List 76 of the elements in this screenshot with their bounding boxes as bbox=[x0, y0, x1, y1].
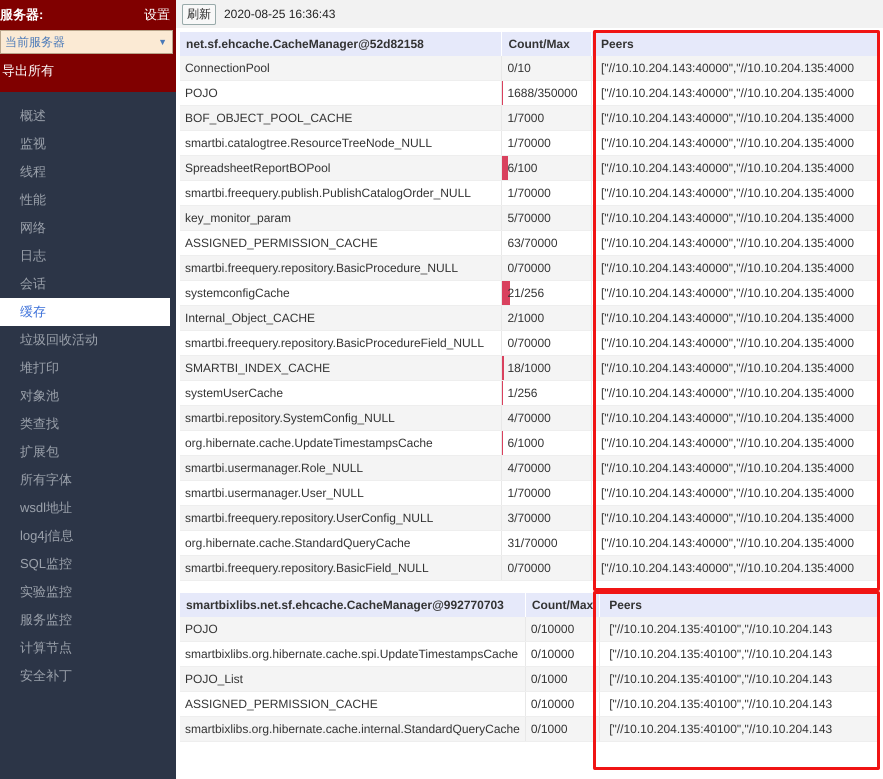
sidebar-item[interactable]: SQL监控 bbox=[0, 550, 170, 578]
sidebar-item[interactable]: 类查找 bbox=[0, 410, 170, 438]
sidebar-item[interactable]: 概述 bbox=[0, 102, 170, 130]
sidebar-item[interactable]: 所有字体 bbox=[0, 466, 170, 494]
table-cell: 2/1000 bbox=[502, 306, 592, 330]
table-cell: ["//10.10.204.143:40000","//10.10.204.135:4000 bbox=[592, 156, 880, 180]
table-cell: ["//10.10.204.143:40000","//10.10.204.135:4000 bbox=[592, 556, 880, 580]
table-cell: ["//10.10.204.143:40000","//10.10.204.135:4000 bbox=[592, 356, 880, 380]
table-cell: ["//10.10.204.143:40000","//10.10.204.135:4000 bbox=[592, 256, 880, 280]
dropdown-arrow-icon: ▼ bbox=[158, 37, 167, 47]
settings-link[interactable]: 设置 bbox=[144, 6, 170, 24]
sidebar-item[interactable]: 对象池 bbox=[0, 382, 170, 410]
column-header: Count/Max bbox=[502, 32, 592, 56]
table-cell: ["//10.10.204.135:40100","//10.10.204.143 bbox=[600, 666, 880, 692]
column-header: Count/Max bbox=[525, 593, 600, 617]
sidebar-item[interactable]: 服务监控 bbox=[0, 606, 170, 634]
sidebar-item[interactable]: 实验监控 bbox=[0, 578, 170, 606]
sidebar-item[interactable]: 缓存 bbox=[0, 298, 170, 326]
table-cell: SpreadsheetReportBOPool bbox=[180, 156, 502, 180]
column-header: net.sf.ehcache.CacheManager@52d82158 bbox=[180, 32, 502, 56]
table-cell: POJO_List bbox=[180, 666, 526, 692]
table-cell: POJO bbox=[180, 617, 526, 642]
column-header: Peers bbox=[600, 593, 880, 617]
table-cell: 0/10 bbox=[502, 56, 592, 80]
table-cell: ["//10.10.204.135:40100","//10.10.204.143 bbox=[600, 617, 880, 642]
sidebar-item[interactable]: wsdl地址 bbox=[0, 494, 170, 522]
sidebar-item[interactable]: 堆打印 bbox=[0, 354, 170, 382]
table-cell: 5/70000 bbox=[502, 206, 592, 230]
column-header: Peers bbox=[592, 32, 880, 56]
sidebar-item[interactable]: 性能 bbox=[0, 186, 170, 214]
table-cell: ["//10.10.204.135:40100","//10.10.204.143 bbox=[600, 716, 880, 742]
sidebar-item[interactable]: 会话 bbox=[0, 270, 170, 298]
table-cell: smartbi.freequery.repository.BasicProcedure_NULL bbox=[180, 256, 502, 280]
table-cell: 4/70000 bbox=[502, 456, 592, 480]
sidebar-item[interactable]: 监视 bbox=[0, 130, 170, 158]
table-cell: ["//10.10.204.143:40000","//10.10.204.135:4000 bbox=[592, 56, 880, 80]
sidebar-item[interactable]: 线程 bbox=[0, 158, 170, 186]
table-cell: ["//10.10.204.143:40000","//10.10.204.135:4000 bbox=[592, 106, 880, 130]
table-cell: SMARTBI_INDEX_CACHE bbox=[180, 356, 502, 380]
sidebar-item[interactable]: log4j信息 bbox=[0, 522, 170, 550]
table-cell: smartbi.freequery.repository.UserConfig_NULL bbox=[180, 506, 502, 530]
table-cell: 0/70000 bbox=[502, 256, 592, 280]
table-cell: ["//10.10.204.143:40000","//10.10.204.135:4000 bbox=[592, 406, 880, 430]
export-link[interactable]: 导出所有 bbox=[0, 60, 176, 82]
table-cell: 0/10000 bbox=[525, 617, 600, 642]
timestamp: 2020-08-25 16:36:43 bbox=[224, 7, 336, 21]
table-cell: 18/1000 bbox=[502, 356, 592, 380]
sidebar-item[interactable]: 安全补丁 bbox=[0, 662, 170, 690]
table-cell: 1/7000 bbox=[502, 106, 592, 130]
table-cell: smartbi.freequery.repository.BasicField_NULL bbox=[180, 556, 502, 580]
sidebar-item[interactable]: 扩展包 bbox=[0, 438, 170, 466]
sidebar-item[interactable]: 网络 bbox=[0, 214, 170, 242]
table-cell: 3/70000 bbox=[502, 506, 592, 530]
sidebar-item[interactable]: 垃圾回收活动 bbox=[0, 326, 170, 354]
refresh-button[interactable]: 刷新 bbox=[182, 4, 216, 24]
table-cell: smartbi.repository.SystemConfig_NULL bbox=[180, 406, 502, 430]
table-cell: 0/1000 bbox=[525, 666, 600, 692]
table-cell: 4/70000 bbox=[502, 406, 592, 430]
sidebar-title: 服务器: bbox=[0, 6, 44, 24]
table-cell: key_monitor_param bbox=[180, 206, 502, 230]
table-cell: 6/100 bbox=[502, 156, 592, 180]
table-cell: BOF_OBJECT_POOL_CACHE bbox=[180, 106, 502, 130]
table-cell: smartbixlibs.org.hibernate.cache.internal.StandardQueryCache bbox=[180, 716, 526, 742]
sidebar-item[interactable]: 日志 bbox=[0, 242, 170, 270]
sidebar-item[interactable]: 计算节点 bbox=[0, 634, 170, 662]
column-header: smartbixlibs.net.sf.ehcache.CacheManager@992770703 bbox=[180, 593, 526, 617]
table-cell: ["//10.10.204.143:40000","//10.10.204.135:4000 bbox=[592, 206, 880, 230]
table-cell: ["//10.10.204.143:40000","//10.10.204.135:4000 bbox=[592, 456, 880, 480]
table-cell: Internal_Object_CACHE bbox=[180, 306, 502, 330]
table-cell: ["//10.10.204.143:40000","//10.10.204.135:4000 bbox=[592, 306, 880, 330]
table-cell: ["//10.10.204.143:40000","//10.10.204.135:4000 bbox=[592, 506, 880, 530]
table-cell: smartbi.usermanager.Role_NULL bbox=[180, 456, 502, 480]
table-cell: 0/1000 bbox=[525, 716, 600, 742]
table-cell: 0/70000 bbox=[502, 556, 592, 580]
table-cell: ConnectionPool bbox=[180, 56, 502, 80]
server-select[interactable]: 当前服务器 ▼ bbox=[0, 30, 173, 54]
